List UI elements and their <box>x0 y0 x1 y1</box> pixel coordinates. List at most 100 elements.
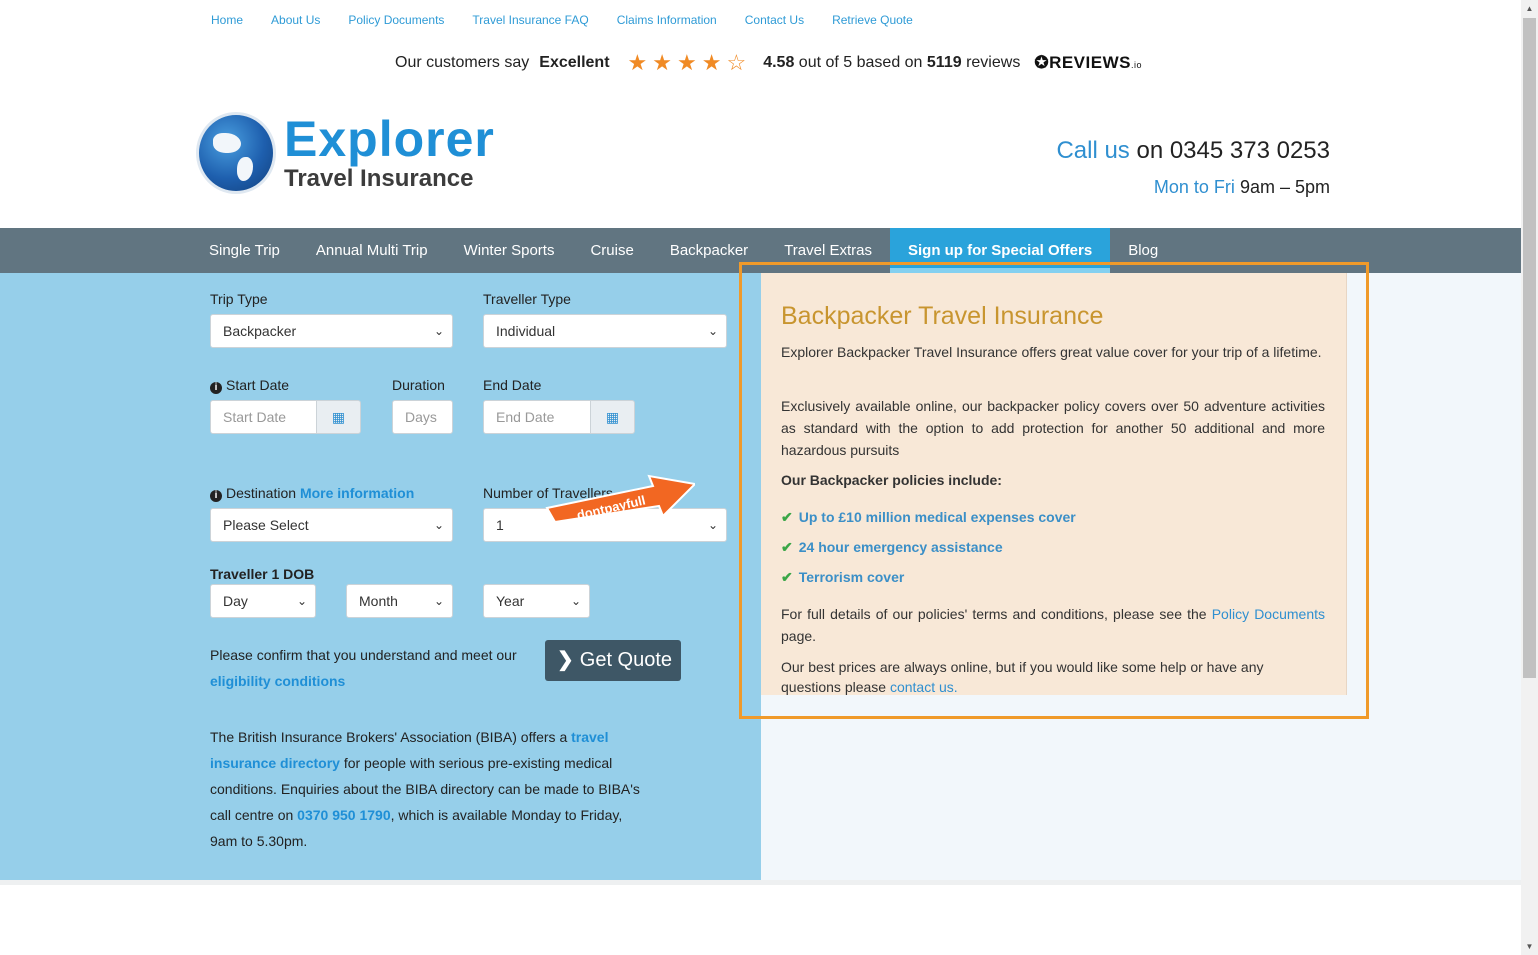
opening-time: 9am – 5pm <box>1239 177 1330 197</box>
end-date-placeholder: End Date <box>496 409 555 425</box>
confirm-text: Please confirm that you understand and m… <box>210 647 517 663</box>
more-information-link[interactable]: More information <box>300 485 414 501</box>
dob-month-value: Month <box>359 593 398 609</box>
biba-phone-link[interactable]: 0370 950 1790 <box>297 807 390 823</box>
topnav-policy-documents[interactable]: Policy Documents <box>348 13 444 27</box>
half-star-icon: ☆ <box>726 50 747 75</box>
star-icon: ★ <box>677 50 697 75</box>
nav-single-trip[interactable]: Single Trip <box>191 228 298 273</box>
check-icon: ✔ <box>781 539 793 555</box>
topnav-faq[interactable]: Travel Insurance FAQ <box>472 13 588 27</box>
panel-p3-text: For full details of our policies' terms … <box>781 606 1207 622</box>
panel-paragraph-1: Explorer Backpacker Travel Insurance off… <box>781 344 1322 360</box>
chevron-right-icon: ❯ <box>557 649 574 671</box>
footer-divider <box>0 880 1521 885</box>
destination-select[interactable]: Please Select ⌄ <box>210 508 453 542</box>
duration-input[interactable]: Days <box>392 400 453 434</box>
logo-subtitle: Travel Insurance <box>284 165 474 192</box>
dontpayfull-arrow-badge: dontpayfull <box>545 474 695 522</box>
topnav-contact-us[interactable]: Contact Us <box>745 13 804 27</box>
eligibility-conditions-link[interactable]: eligibility conditions <box>210 673 345 689</box>
globe-icon <box>196 112 276 194</box>
dob-year-value: Year <box>496 593 525 609</box>
reviews-brand-suffix: .io <box>1130 60 1142 70</box>
dob-month-select[interactable]: Month ⌄ <box>346 584 453 618</box>
biba-info: The British Insurance Brokers' Associati… <box>210 724 640 854</box>
reviews-out-of: out of 5 based on <box>798 54 923 71</box>
calendar-icon[interactable]: ▦ <box>316 400 361 434</box>
calendar-icon[interactable]: ▦ <box>590 400 635 434</box>
panel-paragraph-3: For full details of our policies' terms … <box>781 603 1325 647</box>
reviews-widget[interactable]: Our customers say Excellent ★ ★ ★ ★ ☆ 4.… <box>395 52 1142 74</box>
trip-type-select[interactable]: Backpacker ⌄ <box>210 314 453 348</box>
reviews-word: reviews <box>966 54 1021 71</box>
reviews-io-logo[interactable]: ✪REVIEWS.io <box>1034 53 1142 73</box>
call-us-label: Call us <box>1056 137 1130 164</box>
call-us-number[interactable]: on 0345 373 0253 <box>1136 137 1330 164</box>
include-item-text: 24 hour emergency assistance <box>798 539 1003 555</box>
star-icon: ★ <box>652 50 672 75</box>
topnav-retrieve-quote[interactable]: Retrieve Quote <box>832 13 913 27</box>
dob-day-value: Day <box>223 593 248 609</box>
panel-title: Backpacker Travel Insurance <box>781 302 1104 330</box>
policy-documents-link[interactable]: Policy Documents <box>1212 606 1325 622</box>
top-nav: Home About Us Policy Documents Travel In… <box>211 13 941 27</box>
eligibility-confirm-text: Please confirm that you understand and m… <box>210 642 530 694</box>
topnav-about-us[interactable]: About Us <box>271 13 320 27</box>
info-icon[interactable]: i <box>210 490 222 502</box>
destination-value: Please Select <box>223 517 309 533</box>
nav-cruise[interactable]: Cruise <box>572 228 651 273</box>
site-logo[interactable]: Explorer Travel Insurance <box>196 112 495 194</box>
opening-hours: Mon to Fri 9am – 5pm <box>1154 177 1330 198</box>
biba-text-1: The British Insurance Brokers' Associati… <box>210 729 568 745</box>
scroll-up-icon[interactable]: ▲ <box>1521 0 1538 17</box>
include-item-text: Up to £10 million medical expenses cover <box>798 509 1076 525</box>
topnav-claims[interactable]: Claims Information <box>617 13 717 27</box>
dob-label: Traveller 1 DOB <box>210 566 315 582</box>
topnav-home[interactable]: Home <box>211 13 243 27</box>
info-icon[interactable]: i <box>210 382 222 394</box>
panel-p4-text: Our best prices are always online, but i… <box>781 659 1264 695</box>
chevron-down-icon: ⌄ <box>570 594 581 608</box>
nav-annual-multi-trip[interactable]: Annual Multi Trip <box>298 228 446 273</box>
page: Home About Us Policy Documents Travel In… <box>0 0 1538 955</box>
traveller-type-select[interactable]: Individual ⌄ <box>483 314 727 348</box>
scrollbar-thumb[interactable] <box>1523 18 1536 678</box>
dob-day-select[interactable]: Day ⌄ <box>210 584 316 618</box>
include-item-text: Terrorism cover <box>798 569 905 585</box>
traveller-type-label: Traveller Type <box>483 291 571 307</box>
nav-winter-sports[interactable]: Winter Sports <box>446 228 573 273</box>
panel-include-item: ✔ Terrorism cover <box>781 569 904 586</box>
opening-days: Mon to Fri <box>1153 177 1235 197</box>
chevron-down-icon: ⌄ <box>433 324 444 338</box>
start-date-input[interactable]: Start Date <box>210 400 317 434</box>
reviews-count: 5119 <box>926 54 962 71</box>
panel-paragraph-4: Our best prices are always online, but i… <box>781 657 1281 697</box>
scroll-down-icon[interactable]: ▼ <box>1521 938 1538 955</box>
start-date-label-text: Start Date <box>226 377 290 393</box>
duration-placeholder: Days <box>405 409 437 425</box>
star-icon: ★ <box>701 50 722 75</box>
traveller-type-value: Individual <box>496 323 556 339</box>
panel-includes-heading: Our Backpacker policies include: <box>781 472 1002 488</box>
panel-paragraph-2: Exclusively available online, our backpa… <box>781 398 1325 458</box>
page-scrollbar[interactable]: ▲ ▼ <box>1521 0 1538 955</box>
contact-us-link[interactable]: contact us. <box>890 679 958 695</box>
check-icon: ✔ <box>781 509 793 525</box>
dob-year-select[interactable]: Year ⌄ <box>483 584 590 618</box>
reviews-prefix: Our customers say <box>395 54 530 71</box>
panel-p3-end: page. <box>781 628 817 644</box>
chevron-down-icon: ⌄ <box>433 594 444 608</box>
call-us: Call us on 0345 373 0253 <box>1056 137 1330 165</box>
panel-include-item: ✔ Up to £10 million medical expenses cove… <box>781 509 1076 526</box>
reviews-brand: REVIEWS <box>1049 53 1131 72</box>
check-icon: ✔ <box>781 569 793 585</box>
star-icon: ★ <box>627 50 648 75</box>
destination-label-text: Destination <box>226 485 297 501</box>
chevron-down-icon: ⌄ <box>707 518 718 532</box>
end-date-input[interactable]: End Date <box>483 400 591 434</box>
logo-title: Explorer <box>284 111 495 167</box>
get-quote-button[interactable]: ❯ Get Quote <box>545 640 681 681</box>
chevron-down-icon: ⌄ <box>707 324 718 338</box>
star-rating: ★ ★ ★ ★ ☆ <box>628 52 752 74</box>
